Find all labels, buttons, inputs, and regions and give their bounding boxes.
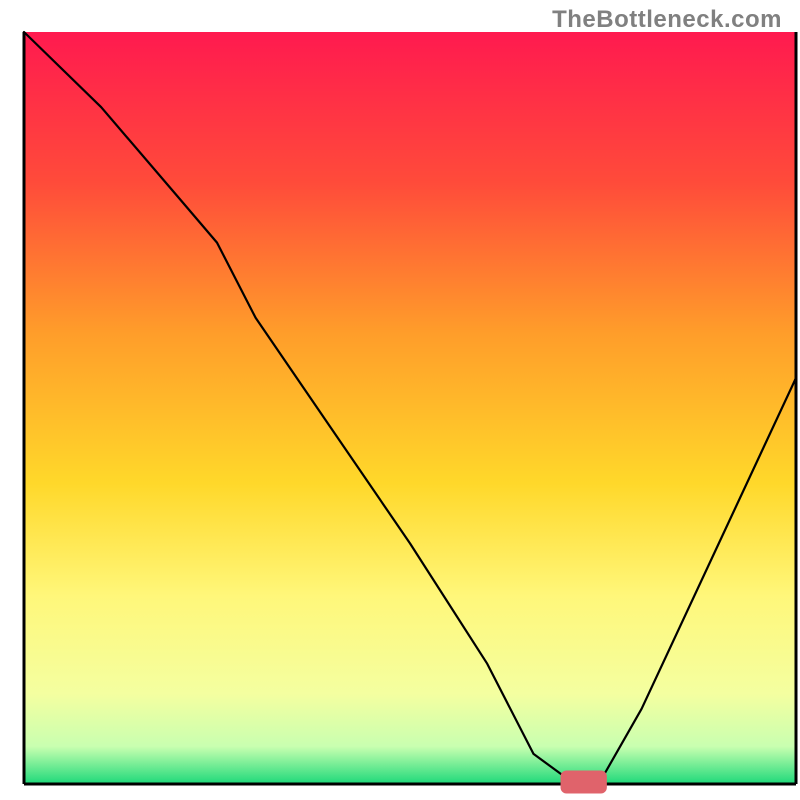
- optimal-marker: [561, 770, 607, 793]
- bottleneck-chart: [0, 0, 800, 800]
- plot-background: [24, 32, 796, 784]
- chart-container: TheBottleneck.com: [0, 0, 800, 800]
- watermark-label: TheBottleneck.com: [552, 6, 782, 34]
